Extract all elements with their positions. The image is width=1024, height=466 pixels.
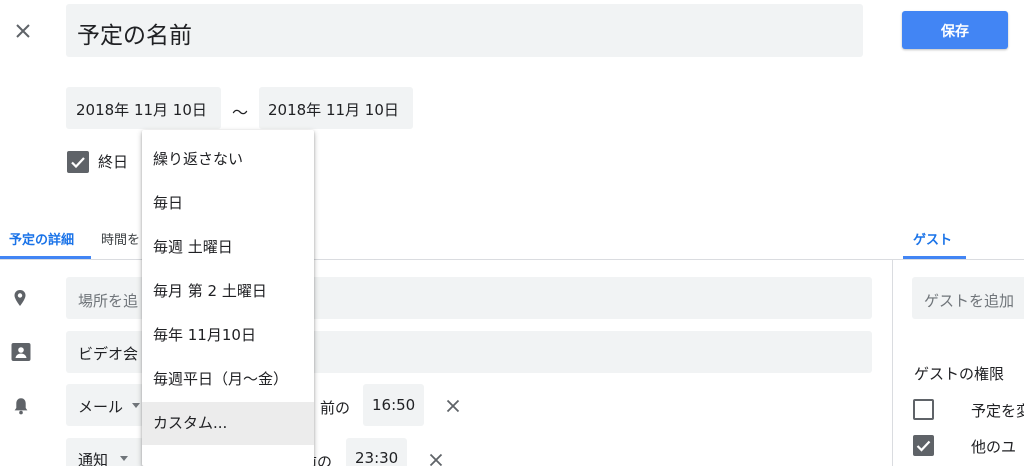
close-icon [446,399,460,413]
notification-time-text: 16:50 [372,396,416,414]
notification-time-field[interactable]: 16:50 [363,384,424,426]
remove-notification-button[interactable] [444,397,462,415]
date-separator: 〜 [232,103,249,122]
repeat-option-monthly[interactable]: 毎月 第 2 土曜日 [142,270,314,313]
add-guest-placeholder: ゲストを追加 [924,292,1015,310]
close-icon [16,24,30,38]
tab-event-details[interactable]: 予定の詳細 [9,229,74,248]
notification-2-time-text: 23:30 [355,449,399,466]
notification-bell-icon [11,396,31,416]
start-date-text: 2018年 11月 10日 [76,101,207,119]
check-icon [71,157,85,169]
save-button[interactable]: 保存 [902,11,1008,49]
permission-label-invite: 他のユ [971,438,1017,456]
chevron-down-icon [132,403,140,408]
notification-2-time-field[interactable]: 23:30 [346,438,407,466]
repeat-option-weekdays[interactable]: 毎週平日（月〜金） [142,358,314,401]
notification-2-type-text: 通知 [78,451,109,466]
notification-type-text: メール [78,398,124,416]
title-input-text: 予定の名前 [77,23,192,49]
end-date-field[interactable]: 2018年 11月 10日 [259,87,413,129]
all-day-checkbox[interactable] [67,151,89,173]
location-placeholder: 場所を追 [78,292,139,310]
all-day-label: 終日 [98,153,129,171]
repeat-option-custom[interactable]: カスタム... [142,402,314,445]
remove-notification-2-button[interactable] [427,451,445,466]
close-button[interactable] [11,19,35,43]
tab-guests[interactable]: ゲスト [913,229,952,248]
end-date-text: 2018年 11月 10日 [268,101,399,119]
close-icon [429,453,443,466]
video-meeting-text: ビデオ会 [78,345,139,363]
permission-label-modify: 予定を変 [971,402,1024,420]
save-button-label: 保存 [941,24,969,40]
add-guest-field[interactable]: ゲストを追加 [912,277,1024,319]
repeat-option-yearly[interactable]: 毎年 11月10日 [142,314,314,357]
guests-panel-divider [892,260,893,466]
permission-checkbox-modify[interactable] [913,399,934,420]
tab-find-time[interactable]: 時間を [101,229,140,248]
notification-type-select[interactable]: メール [66,384,144,426]
guest-permissions-title: ゲストの権限 [914,365,1005,383]
chevron-down-icon [120,456,128,461]
video-meeting-icon [10,341,32,363]
repeat-option-weekly[interactable]: 毎週 土曜日 [142,226,314,269]
permission-checkbox-invite[interactable] [913,435,934,456]
repeat-option-none[interactable]: 繰り返さない [142,138,314,181]
title-field[interactable]: 予定の名前 [66,4,863,57]
repeat-option-daily[interactable]: 毎日 [142,182,314,225]
check-icon [916,440,931,452]
start-date-field[interactable]: 2018年 11月 10日 [66,87,221,129]
notification-suffix: 前の [320,399,351,417]
notification-2-type-select[interactable]: 通知 [66,438,144,466]
location-icon [10,288,30,308]
repeat-dropdown-menu: 繰り返さない 毎日 毎週 土曜日 毎月 第 2 土曜日 毎年 11月10日 毎週… [142,130,314,466]
